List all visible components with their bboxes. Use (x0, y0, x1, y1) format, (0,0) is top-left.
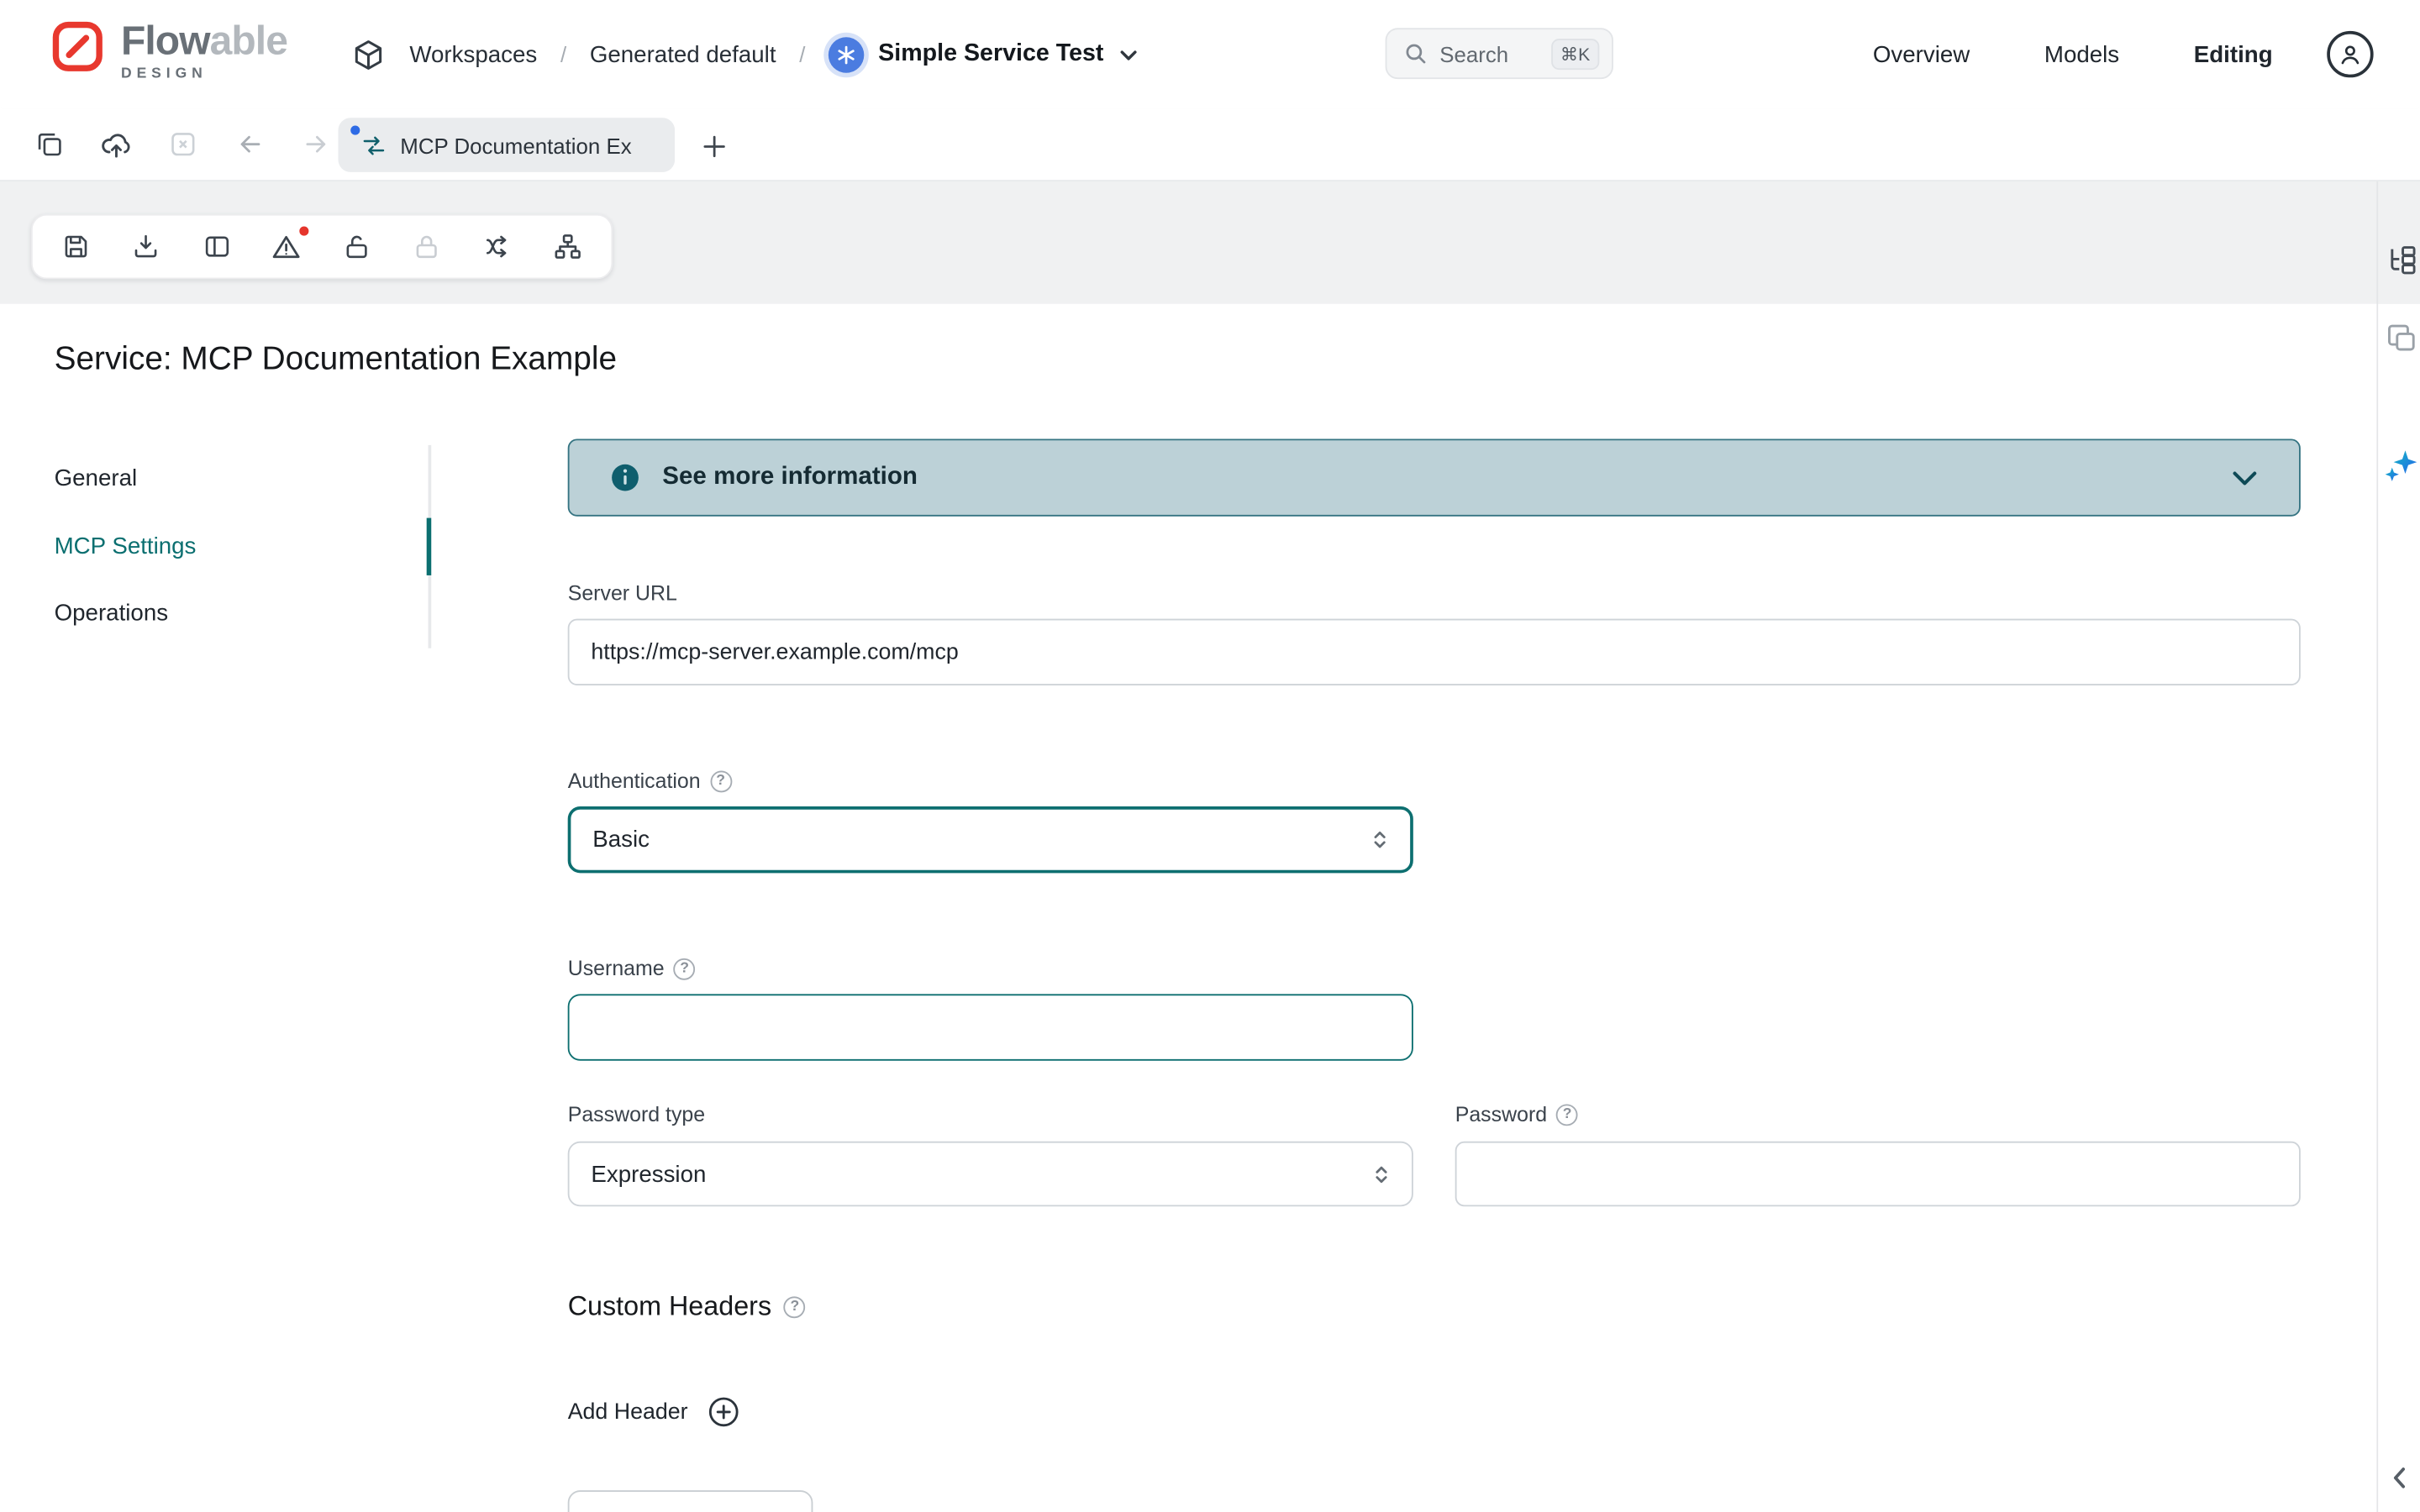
help-icon[interactable]: ? (674, 958, 696, 979)
password-label: Password ? (1455, 1103, 1578, 1126)
banner-expand-chevron-icon[interactable] (2228, 460, 2262, 495)
validation-error-dot (297, 225, 310, 238)
add-header-button[interactable]: Add Header (568, 1394, 742, 1430)
breadcrumb-workspaces[interactable]: Workspaces (409, 41, 537, 67)
mcp-settings-form: See more information Server URL Authenti… (568, 304, 2301, 1512)
authentication-select[interactable]: Basic (568, 806, 1413, 873)
lock-icon (408, 228, 445, 265)
select-chevrons-icon (1370, 1163, 1393, 1186)
username-input[interactable] (568, 994, 1413, 1060)
info-icon (610, 462, 641, 493)
active-section-indicator (427, 517, 432, 575)
copy-models-icon[interactable] (31, 126, 68, 163)
publish-cloud-upload-icon[interactable] (97, 126, 134, 163)
chevron-down-icon (1118, 43, 1141, 66)
detect-operations-button[interactable]: Detect Operations (568, 1490, 813, 1512)
breadcrumb-separator: / (799, 42, 805, 67)
server-url-label: Server URL (568, 581, 677, 605)
help-icon[interactable]: ? (1556, 1104, 1578, 1126)
password-type-value: Expression (591, 1161, 1370, 1187)
service-model-tab-icon (360, 131, 387, 159)
sidenav-label-operations: Operations (55, 601, 168, 627)
unsaved-changes-dot (350, 126, 360, 135)
model-toolbar (31, 214, 613, 280)
layout-panels-icon[interactable] (2385, 321, 2419, 355)
main-nav: Overview Models Editing (1873, 0, 2273, 108)
username-label: Username ? (568, 957, 696, 980)
service-model-icon (829, 36, 864, 71)
tab-mcp-documentation-example[interactable]: MCP Documentation Ex (338, 118, 675, 172)
collapse-panel-chevron-left-icon[interactable] (2386, 1464, 2413, 1492)
info-banner[interactable]: See more information (568, 438, 2301, 516)
shuffle-relations-icon[interactable] (479, 228, 516, 265)
plus-circle-icon (707, 1394, 742, 1430)
user-avatar[interactable] (2327, 31, 2373, 77)
flowable-design-app: Flowable DESIGN Workspaces / Generated d… (0, 0, 2420, 1512)
password-input[interactable] (1455, 1142, 2301, 1207)
current-model-selector[interactable]: Simple Service Test (829, 36, 1141, 71)
search-placeholder: Search (1439, 41, 1539, 66)
tab-label-fade (629, 118, 675, 172)
ai-sparkle-icon[interactable] (2383, 447, 2420, 484)
add-header-label: Add Header (568, 1399, 688, 1425)
redo-forward-arrow-icon[interactable] (297, 126, 334, 163)
flowable-logo-text: Flowable DESIGN (121, 20, 287, 81)
nav-models[interactable]: Models (2044, 41, 2119, 67)
breadcrumb-separator: / (560, 42, 566, 67)
right-rail-divider (2376, 181, 2378, 1512)
unlock-icon[interactable] (339, 228, 376, 265)
flowable-logo[interactable]: Flowable DESIGN (51, 20, 287, 81)
server-url-input[interactable] (568, 619, 2301, 685)
sidenav-item-mcp-settings[interactable]: MCP Settings (55, 512, 432, 580)
help-icon[interactable]: ? (784, 1295, 806, 1317)
info-banner-text: See more information (662, 464, 2228, 491)
search-shortcut-badge: ⌘K (1551, 38, 1600, 69)
tab-label: MCP Documentation Ex (400, 133, 631, 158)
search-input[interactable]: Search ⌘K (1386, 28, 1613, 79)
flowable-logo-icon (51, 20, 104, 81)
password-type-label: Password type (568, 1103, 705, 1126)
authentication-label: Authentication ? (568, 769, 732, 793)
panels-columns-icon[interactable] (198, 228, 235, 265)
close-tab-icon[interactable] (165, 126, 202, 163)
nav-editing[interactable]: Editing (2194, 41, 2273, 67)
search-icon (1404, 42, 1428, 66)
brand-able: able (210, 17, 287, 63)
sidenav-item-operations[interactable]: Operations (55, 580, 432, 647)
breadcrumb: Workspaces / Generated default / Simple … (350, 0, 1141, 108)
custom-headers-title: Custom Headers ? (568, 1290, 806, 1323)
sidenav-item-general[interactable]: General (55, 445, 432, 512)
nav-overview[interactable]: Overview (1873, 41, 1970, 67)
sidenav-label-general: General (55, 465, 138, 491)
page-title: Service: MCP Documentation Example (55, 341, 617, 378)
workspace-cube-icon[interactable] (350, 36, 386, 71)
breadcrumb-project[interactable]: Generated default (590, 41, 776, 67)
service-editor-panel: Service: MCP Documentation Example Gener… (0, 304, 2376, 1512)
model-outline-tree-icon[interactable] (2385, 244, 2419, 278)
authentication-value: Basic (592, 827, 1368, 853)
save-icon[interactable] (57, 228, 94, 265)
export-download-icon[interactable] (128, 228, 165, 265)
sidenav-label-mcp-settings: MCP Settings (55, 533, 197, 559)
top-navbar: Flowable DESIGN Workspaces / Generated d… (0, 0, 2420, 108)
help-icon[interactable]: ? (710, 770, 732, 792)
password-type-select[interactable]: Expression (568, 1142, 1413, 1207)
validation-warning-icon[interactable] (268, 228, 305, 265)
new-tab-plus-icon[interactable] (695, 127, 732, 164)
undo-back-arrow-icon[interactable] (231, 126, 268, 163)
sitemap-hierarchy-icon[interactable] (549, 228, 586, 265)
settings-section-nav: General MCP Settings Operations (55, 445, 432, 648)
editor-tab-bar: MCP Documentation Ex (0, 108, 2420, 181)
select-chevrons-icon (1368, 828, 1392, 852)
brand-sub: DESIGN (121, 66, 287, 81)
brand-flow: Flow (121, 17, 210, 63)
current-model-name: Simple Service Test (878, 40, 1103, 68)
